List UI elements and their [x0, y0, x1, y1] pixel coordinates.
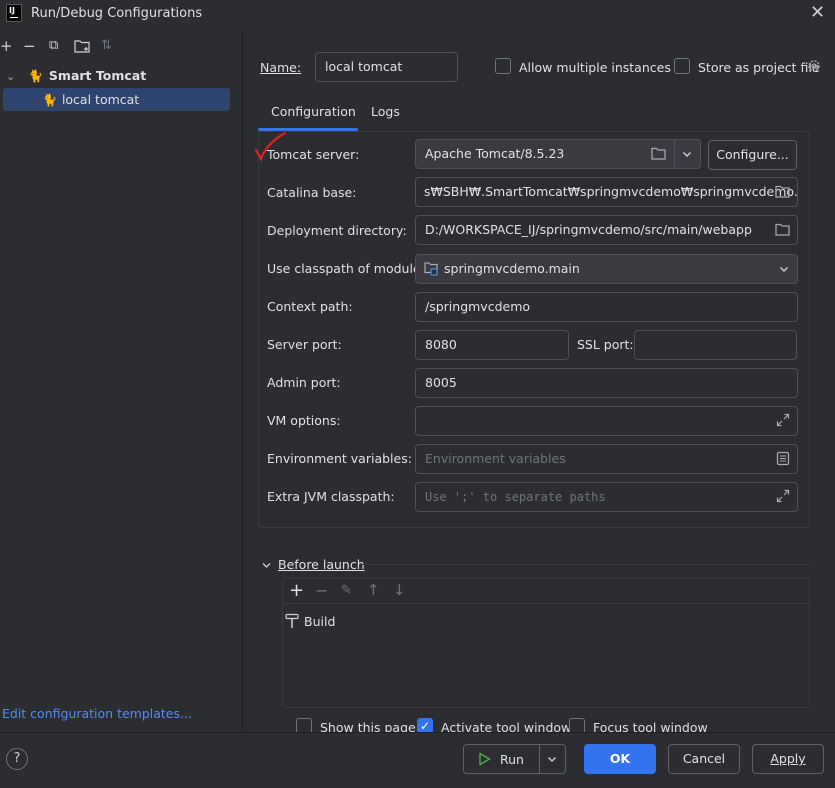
- server-port-label: Server port:: [267, 337, 342, 352]
- classpath-module-value: springmvcdemo.main: [444, 261, 580, 276]
- apply-button[interactable]: Apply: [752, 744, 824, 774]
- remove-task-icon[interactable]: −: [315, 581, 328, 600]
- edit-configuration-templates-link[interactable]: Edit configuration templates...: [2, 706, 192, 721]
- separator: [283, 603, 809, 604]
- deployment-directory-label: Deployment directory:: [267, 223, 407, 238]
- extra-jvm-classpath-input[interactable]: Use ';' to separate paths: [415, 482, 798, 512]
- section-separator: [360, 564, 810, 565]
- name-input[interactable]: local tomcat: [315, 52, 458, 82]
- admin-port-input[interactable]: 8005: [415, 368, 798, 398]
- separator: [539, 745, 540, 773]
- sort-configurations-icon[interactable]: ⇅: [101, 36, 112, 56]
- server-port-input[interactable]: 8080: [415, 330, 569, 360]
- run-play-icon: [478, 752, 491, 769]
- add-task-icon[interactable]: +: [289, 580, 304, 601]
- tree-item-content[interactable]: 🐈 local tomcat: [42, 89, 139, 111]
- tree-item-label: local tomcat: [61, 92, 140, 107]
- separator: [674, 140, 675, 168]
- help-icon[interactable]: ?: [6, 748, 28, 770]
- chevron-down-icon[interactable]: [261, 559, 272, 574]
- before-launch-title[interactable]: Before launch: [278, 557, 365, 572]
- store-as-project-file-label: Store as project file: [698, 60, 820, 75]
- ssl-port-input[interactable]: [634, 330, 797, 360]
- chevron-down-icon[interactable]: [681, 148, 693, 163]
- catalina-base-label: Catalina base:: [267, 185, 357, 200]
- environment-variables-label: Environment variables:: [267, 451, 412, 466]
- allow-multiple-instances-checkbox[interactable]: [495, 58, 511, 74]
- copy-configuration-icon[interactable]: ⧉: [49, 36, 58, 56]
- move-down-icon[interactable]: ↓: [393, 581, 406, 599]
- tab-configuration[interactable]: Configuration: [271, 104, 356, 119]
- tomcat-icon: 🐈: [42, 93, 57, 107]
- run-button-label: Run: [500, 752, 524, 767]
- build-hammer-icon: [285, 613, 299, 632]
- catalina-base-value: s₩SBH₩.SmartTomcat₩springmvcdemo₩springm…: [424, 184, 798, 199]
- allow-multiple-instances-label: Allow multiple instances: [519, 60, 671, 75]
- chevron-down-icon[interactable]: [778, 263, 790, 278]
- vm-options-input[interactable]: [415, 406, 798, 436]
- vm-options-label: VM options:: [267, 413, 341, 428]
- store-as-project-file-checkbox[interactable]: [674, 58, 690, 74]
- extra-jvm-classpath-placeholder: Use ';' to separate paths: [425, 490, 606, 504]
- expand-icon[interactable]: [776, 413, 790, 430]
- remove-configuration-icon[interactable]: −: [23, 36, 36, 56]
- context-path-label: Context path:: [267, 299, 353, 314]
- browse-list-icon[interactable]: [776, 451, 790, 469]
- module-icon: [424, 261, 439, 279]
- tree-group-label: Smart Tomcat: [48, 68, 147, 83]
- tab-logs[interactable]: Logs: [371, 104, 400, 119]
- deployment-directory-input[interactable]: D:/WORKSPACE_IJ/springmvcdemo/src/main/w…: [415, 215, 798, 245]
- tomcat-server-value: Apache Tomcat/8.5.23: [425, 146, 565, 161]
- add-configuration-icon[interactable]: +: [0, 36, 13, 56]
- folder-icon[interactable]: [651, 147, 666, 163]
- context-path-input[interactable]: /springmvcdemo: [415, 292, 798, 322]
- folder-icon[interactable]: [775, 223, 790, 239]
- environment-variables-input[interactable]: Environment variables: [415, 444, 798, 474]
- catalina-base-input[interactable]: s₩SBH₩.SmartTomcat₩springmvcdemo₩springm…: [415, 177, 798, 207]
- folder-add-icon[interactable]: [74, 39, 90, 56]
- build-task-label[interactable]: Build: [304, 614, 335, 629]
- tomcat-server-label: Tomcat server:: [267, 147, 360, 162]
- configurations-sidebar: [0, 30, 243, 732]
- name-label: Name:: [260, 60, 302, 75]
- tree-group-smart-tomcat[interactable]: ⌄ 🐈 Smart Tomcat: [6, 65, 146, 87]
- title-bar: IJ Run/Debug Configurations ✕: [0, 0, 835, 30]
- environment-variables-placeholder: Environment variables: [425, 451, 566, 466]
- close-icon[interactable]: ✕: [810, 2, 825, 23]
- folder-icon[interactable]: [775, 185, 790, 201]
- ok-button[interactable]: OK: [584, 744, 656, 774]
- intellij-logo-icon: IJ: [6, 4, 22, 22]
- extra-jvm-classpath-label: Extra JVM classpath:: [267, 489, 395, 504]
- ssl-port-label: SSL port:: [577, 337, 634, 352]
- configure-button[interactable]: Configure...: [708, 140, 797, 170]
- tomcat-icon: 🐈: [27, 69, 43, 83]
- chevron-down-icon[interactable]: [546, 753, 558, 768]
- before-launch-list: [282, 578, 810, 708]
- expand-icon[interactable]: [776, 489, 790, 506]
- classpath-module-label: Use classpath of module:: [267, 261, 425, 276]
- chevron-down-icon[interactable]: ⌄: [6, 66, 20, 88]
- deployment-directory-value: D:/WORKSPACE_IJ/springmvcdemo/src/main/w…: [425, 222, 752, 237]
- cancel-button[interactable]: Cancel: [668, 744, 740, 774]
- settings-gear-icon[interactable]: [806, 58, 822, 77]
- move-up-icon[interactable]: ↑: [367, 581, 380, 599]
- window-title: Run/Debug Configurations: [31, 6, 203, 21]
- classpath-module-select[interactable]: springmvcdemo.main: [415, 254, 798, 284]
- admin-port-label: Admin port:: [267, 375, 341, 390]
- edit-task-icon[interactable]: ✎: [341, 583, 352, 598]
